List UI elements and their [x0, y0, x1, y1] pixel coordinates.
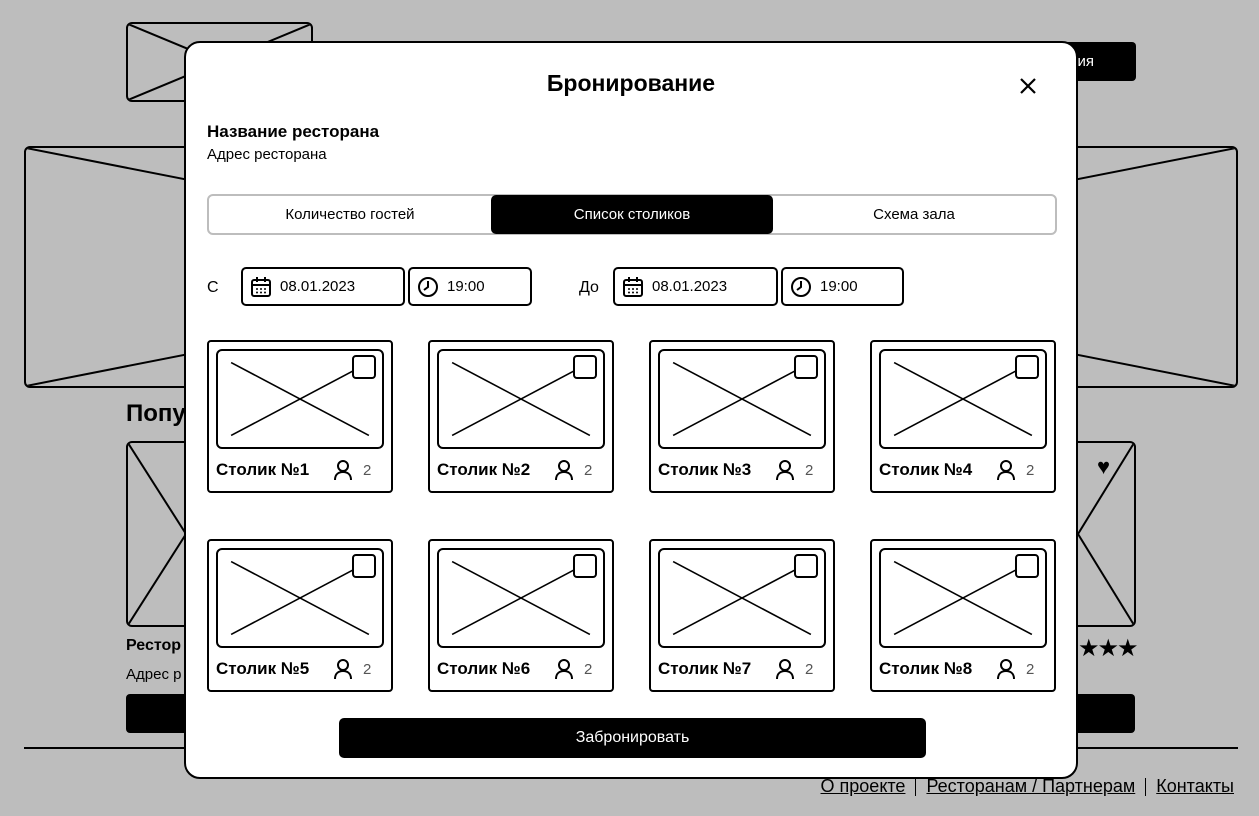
table-capacity: 2: [333, 459, 371, 481]
person-icon: [776, 460, 794, 481]
to-label: До: [579, 279, 599, 296]
table-select-checkbox[interactable]: [352, 355, 376, 379]
from-time-field[interactable]: 19:00: [408, 267, 532, 306]
person-icon: [776, 659, 794, 680]
table-capacity: 2: [333, 658, 371, 680]
person-icon: [997, 460, 1015, 481]
table-image-placeholder: [437, 548, 605, 648]
table-name: Столик №2: [437, 460, 531, 479]
section-title: Попу: [126, 400, 186, 427]
person-icon: [334, 659, 352, 680]
to-date-field[interactable]: 08.01.2023: [613, 267, 778, 306]
footer-separator: [915, 777, 917, 796]
from-date-field[interactable]: 08.01.2023: [241, 267, 405, 306]
table-capacity-value: 2: [805, 461, 814, 479]
person-icon: [334, 460, 352, 481]
table-capacity-value: 2: [1026, 660, 1035, 678]
table-capacity: 2: [775, 459, 813, 481]
restaurant-card-address: Адрес р: [126, 666, 182, 683]
table-name: Столик №7: [658, 659, 752, 678]
from-time-value: 19:00: [447, 278, 485, 295]
table-capacity: 2: [554, 459, 592, 481]
table-image-placeholder: [879, 548, 1047, 648]
table-card[interactable]: Столик №7 2: [649, 539, 835, 692]
restaurant-address: Адрес ресторана: [207, 146, 327, 163]
table-select-checkbox[interactable]: [794, 355, 818, 379]
close-icon[interactable]: [1016, 74, 1040, 98]
calendar-icon: [251, 276, 271, 297]
heart-icon[interactable]: ♥: [1097, 454, 1110, 480]
table-card[interactable]: Столик №8 2: [870, 539, 1056, 692]
person-icon: [997, 659, 1015, 680]
footer-nav: О проекте Ресторанам / Партнерам Контакт…: [821, 776, 1234, 797]
table-capacity-value: 2: [584, 461, 593, 479]
table-capacity-value: 2: [584, 660, 593, 678]
table-card[interactable]: Столик №1 2: [207, 340, 393, 493]
tab-hall-scheme[interactable]: Схема зала: [773, 196, 1055, 233]
booking-tabs: Количество гостей Список столиков Схема …: [207, 194, 1057, 235]
table-card[interactable]: Столик №3 2: [649, 340, 835, 493]
footer-separator: [1145, 777, 1147, 796]
from-label: С: [207, 279, 219, 296]
table-name: Столик №6: [437, 659, 531, 678]
restaurant-card-title: Рестор: [126, 637, 182, 654]
table-name: Столик №4: [879, 460, 973, 479]
table-image-placeholder: [658, 349, 826, 449]
restaurant-name: Название ресторана: [207, 122, 380, 141]
table-capacity: 2: [996, 658, 1034, 680]
to-time-field[interactable]: 19:00: [781, 267, 904, 306]
table-capacity-value: 2: [1026, 461, 1035, 479]
from-date-value: 08.01.2023: [280, 278, 356, 295]
table-select-checkbox[interactable]: [794, 554, 818, 578]
calendar-icon: [623, 276, 643, 297]
table-name: Столик №8: [879, 659, 973, 678]
table-capacity: 2: [996, 459, 1034, 481]
table-card[interactable]: Столик №4 2: [870, 340, 1056, 493]
table-capacity: 2: [775, 658, 813, 680]
footer-link-about[interactable]: О проекте: [821, 776, 906, 797]
booking-modal: Бронирование Название ресторана Адрес ре…: [184, 41, 1078, 779]
table-card[interactable]: Столик №5 2: [207, 539, 393, 692]
clock-icon: [791, 276, 811, 297]
footer-link-contacts[interactable]: Контакты: [1156, 776, 1234, 797]
modal-title: Бронирование: [546, 70, 716, 96]
table-name: Столик №5: [216, 659, 310, 678]
table-select-checkbox[interactable]: [573, 355, 597, 379]
table-select-checkbox[interactable]: [1015, 554, 1039, 578]
rating-stars: ★★★: [1078, 635, 1139, 662]
table-image-placeholder: [437, 349, 605, 449]
to-time-value: 19:00: [820, 278, 858, 295]
person-icon: [555, 659, 573, 680]
table-image-placeholder: [216, 349, 384, 449]
table-card[interactable]: Столик №2 2: [428, 340, 614, 493]
table-select-checkbox[interactable]: [573, 554, 597, 578]
table-name: Столик №1: [216, 460, 310, 479]
footer-link-partners[interactable]: Ресторанам / Партнерам: [926, 776, 1135, 797]
table-capacity-value: 2: [805, 660, 814, 678]
book-button[interactable]: Забронировать: [339, 718, 926, 758]
table-capacity-value: 2: [363, 660, 372, 678]
table-select-checkbox[interactable]: [352, 554, 376, 578]
table-card[interactable]: Столик №6 2: [428, 539, 614, 692]
person-icon: [555, 460, 573, 481]
clock-icon: [418, 276, 438, 297]
table-capacity-value: 2: [363, 461, 372, 479]
table-select-checkbox[interactable]: [1015, 355, 1039, 379]
tab-table-list[interactable]: Список столиков: [491, 195, 773, 234]
to-date-value: 08.01.2023: [652, 278, 728, 295]
tab-guests[interactable]: Количество гостей: [209, 196, 491, 233]
table-image-placeholder: [879, 349, 1047, 449]
table-image-placeholder: [658, 548, 826, 648]
table-capacity: 2: [554, 658, 592, 680]
table-name: Столик №3: [658, 460, 752, 479]
table-image-placeholder: [216, 548, 384, 648]
